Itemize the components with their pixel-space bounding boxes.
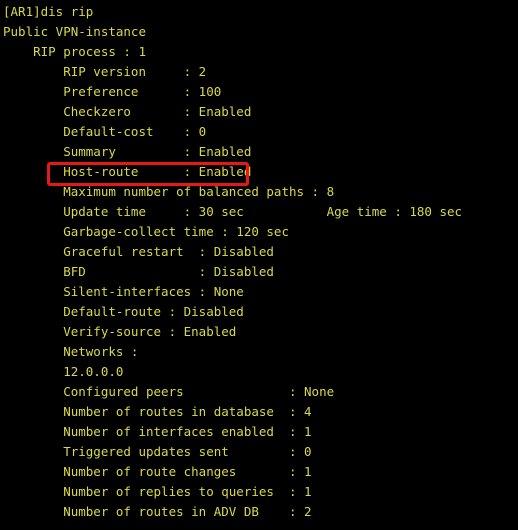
terminal-line: Checkzero : Enabled	[3, 104, 252, 119]
terminal-line: Number of interfaces enabled : 1	[3, 424, 312, 439]
terminal-line: Number of routes in ADV DB : 2	[3, 504, 312, 519]
terminal-line: RIP version : 2	[3, 64, 207, 79]
terminal-line: Default-cost : 0	[3, 124, 207, 139]
terminal-line: Triggered updates sent : 0	[3, 444, 312, 459]
terminal-line: Networks :	[3, 344, 139, 359]
terminal-line: Number of routes in database : 4	[3, 404, 312, 419]
terminal-line: Graceful restart : Disabled	[3, 244, 274, 259]
terminal-line: Maximum number of balanced paths : 8	[3, 184, 335, 199]
terminal-line: [AR1]dis rip	[3, 4, 94, 19]
terminal-line: Preference : 100	[3, 84, 222, 99]
terminal-line: Configured peers : None	[3, 384, 335, 399]
terminal-line: Number of route changes : 1	[3, 464, 312, 479]
terminal-line: Number of replies to queries : 1	[3, 484, 312, 499]
terminal-line: Default-route : Disabled	[3, 304, 244, 319]
terminal-line: Silent-interfaces : None	[3, 284, 244, 299]
terminal-line: BFD : Disabled	[3, 264, 274, 279]
terminal-line: RIP process : 1	[3, 44, 146, 59]
terminal-line: Verify-source : Enabled	[3, 324, 237, 339]
terminal-line: 12.0.0.0	[3, 364, 124, 379]
terminal-line: Update time : 30 sec Age time : 180 sec	[3, 204, 463, 219]
terminal-line: Summary : Enabled	[3, 144, 252, 159]
terminal-line: Public VPN-instance	[3, 24, 146, 39]
terminal-line: Garbage-collect time : 120 sec	[3, 224, 289, 239]
terminal-line: Host-route : Enabled	[3, 164, 252, 179]
terminal-window[interactable]: [AR1]dis rip Public VPN-instance RIP proc…	[0, 0, 518, 530]
terminal-output: [AR1]dis rip Public VPN-instance RIP proc…	[3, 2, 518, 530]
